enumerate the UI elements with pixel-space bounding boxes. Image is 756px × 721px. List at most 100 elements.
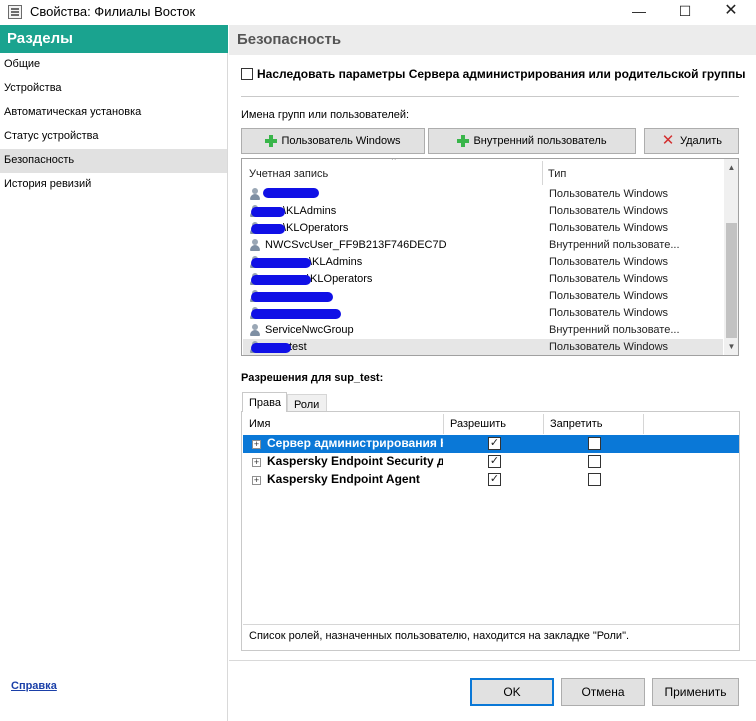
users-list[interactable]: ⌃ Учетная запись Тип Пользователь Window… xyxy=(241,158,739,356)
deny-checkbox[interactable] xyxy=(588,437,601,450)
user-icon xyxy=(249,188,261,201)
user-row[interactable]: \KLOperators Пользователь Windows xyxy=(243,220,723,237)
divider xyxy=(241,96,739,97)
help-link[interactable]: Справка xyxy=(11,680,57,692)
deny-checkbox[interactable] xyxy=(588,455,601,468)
tab-roles[interactable]: Роли xyxy=(287,394,327,412)
app-icon xyxy=(8,5,22,19)
maximize-button[interactable]: ☐ xyxy=(662,0,708,24)
add-windows-user-button[interactable]: Пользователь Windows xyxy=(241,128,425,154)
user-row-selected[interactable]: test Пользователь Windows xyxy=(243,339,723,355)
perm-column-allow[interactable]: Разрешить xyxy=(450,418,506,430)
expand-plus-icon[interactable]: + xyxy=(252,440,261,449)
delete-x-icon: ✕ xyxy=(661,132,675,149)
scroll-down-icon[interactable]: ▼ xyxy=(724,342,738,351)
nav-item-general[interactable]: Общие xyxy=(0,53,227,77)
scroll-thumb[interactable] xyxy=(726,223,737,338)
user-row[interactable]: Пользователь Windows xyxy=(243,288,723,305)
perm-row-kes[interactable]: + Kaspersky Endpoint Security дл ✓ xyxy=(243,453,739,471)
column-divider[interactable] xyxy=(543,414,544,434)
permissions-title: Разрешения для sup_test: xyxy=(241,372,384,384)
expand-plus-icon[interactable]: + xyxy=(252,476,261,485)
minimize-button[interactable]: — xyxy=(616,0,662,24)
nav-item-device-status[interactable]: Статус устройства xyxy=(0,125,227,149)
nav-item-auto-install[interactable]: Автоматическая установка xyxy=(0,101,227,125)
perm-row-admin-server[interactable]: + Сервер администрирования К ✓ xyxy=(243,435,739,453)
redaction-mark xyxy=(251,224,285,234)
divider xyxy=(229,660,756,661)
perm-row-kea[interactable]: + Kaspersky Endpoint Agent ✓ xyxy=(243,471,739,489)
user-name: ServiceNwcGroup xyxy=(265,324,354,336)
inherit-label[interactable]: Наследовать параметры Сервера администри… xyxy=(257,67,745,81)
add-windows-user-label: Пользователь Windows xyxy=(281,135,401,147)
column-header-account[interactable]: Учетная запись xyxy=(249,168,328,180)
user-type: Пользователь Windows xyxy=(549,290,669,302)
column-divider[interactable] xyxy=(443,414,444,434)
user-name: \KLAdmins xyxy=(283,205,337,217)
redaction-mark xyxy=(251,343,291,353)
user-icon xyxy=(249,324,261,337)
plus-icon xyxy=(265,135,278,147)
user-name: \KLOperators xyxy=(307,273,373,285)
user-icon xyxy=(249,239,261,252)
users-list-scrollbar[interactable]: ▲ ▼ xyxy=(724,159,738,355)
user-type: Пользователь Windows xyxy=(549,222,669,234)
delete-label: Удалить xyxy=(680,135,722,147)
user-row[interactable]: Пользователь Windows xyxy=(243,305,723,322)
perm-name: Kaspersky Endpoint Agent xyxy=(267,472,420,486)
cancel-button[interactable]: Отмена xyxy=(561,678,645,706)
user-type: Внутренний пользовате... xyxy=(549,324,680,336)
user-type: Пользователь Windows xyxy=(549,256,669,268)
user-row[interactable]: \KLOperators Пользователь Windows xyxy=(243,271,723,288)
redaction-mark xyxy=(251,309,341,319)
allow-checkbox[interactable]: ✓ xyxy=(488,437,501,450)
user-type: Пользователь Windows xyxy=(549,341,669,353)
sort-up-icon: ⌃ xyxy=(390,158,398,166)
scroll-up-icon[interactable]: ▲ xyxy=(724,163,738,172)
tab-rights[interactable]: Права xyxy=(242,392,287,412)
close-button[interactable]: ✕ xyxy=(708,0,754,24)
user-type: Пользователь Windows xyxy=(549,273,669,285)
column-divider[interactable] xyxy=(542,161,543,185)
permissions-panel: Имя Разрешить Запретить + Сервер админис… xyxy=(241,411,740,651)
ok-button[interactable]: OK xyxy=(470,678,554,706)
user-row[interactable]: ServiceNwcGroup Внутренний пользовате... xyxy=(243,322,723,339)
column-divider[interactable] xyxy=(643,414,644,434)
plus-icon xyxy=(457,135,470,147)
nav-item-devices[interactable]: Устройства xyxy=(0,77,227,101)
user-name: \KLAdmins xyxy=(309,256,363,268)
perm-column-name[interactable]: Имя xyxy=(249,418,270,430)
redaction-mark xyxy=(251,292,333,302)
window-title: Свойства: Филиалы Восток xyxy=(30,4,196,19)
nav-item-revision-history[interactable]: История ревизий xyxy=(0,173,227,197)
permissions-header: Имя Разрешить Запретить xyxy=(243,414,739,434)
expand-plus-icon[interactable]: + xyxy=(252,458,261,467)
add-internal-user-button[interactable]: Внутренний пользователь xyxy=(428,128,636,154)
user-row[interactable]: \KLAdmins Пользователь Windows xyxy=(243,203,723,220)
user-row[interactable]: \KLAdmins Пользователь Windows xyxy=(243,254,723,271)
apply-button[interactable]: Применить xyxy=(652,678,739,706)
add-internal-user-label: Внутренний пользователь xyxy=(473,135,607,147)
deny-checkbox[interactable] xyxy=(588,473,601,486)
divider xyxy=(243,624,739,625)
redaction-mark xyxy=(251,275,311,285)
groups-label: Имена групп или пользователей: xyxy=(241,109,410,121)
perm-name: Kaspersky Endpoint Security дл xyxy=(267,454,443,468)
nav-item-security[interactable]: Безопасность xyxy=(0,149,227,173)
user-type: Внутренний пользовате... xyxy=(549,239,680,251)
delete-button[interactable]: ✕ Удалить xyxy=(644,128,739,154)
user-type: Пользователь Windows xyxy=(549,307,669,319)
perm-column-deny[interactable]: Запретить xyxy=(550,418,603,430)
section-title: Безопасность xyxy=(229,25,756,55)
column-header-type[interactable]: Тип xyxy=(548,168,566,180)
inherit-checkbox[interactable] xyxy=(241,68,253,80)
allow-checkbox[interactable]: ✓ xyxy=(488,473,501,486)
user-row[interactable]: NWCSvcUser_FF9B213F746DEC7D Внутренний п… xyxy=(243,237,723,254)
user-type: Пользователь Windows xyxy=(549,188,669,200)
user-name: test xyxy=(289,341,307,353)
redaction-mark xyxy=(263,188,319,198)
user-row[interactable]: Пользователь Windows xyxy=(243,186,723,203)
redaction-mark xyxy=(251,258,311,268)
user-name: \KLOperators xyxy=(283,222,349,234)
allow-checkbox[interactable]: ✓ xyxy=(488,455,501,468)
